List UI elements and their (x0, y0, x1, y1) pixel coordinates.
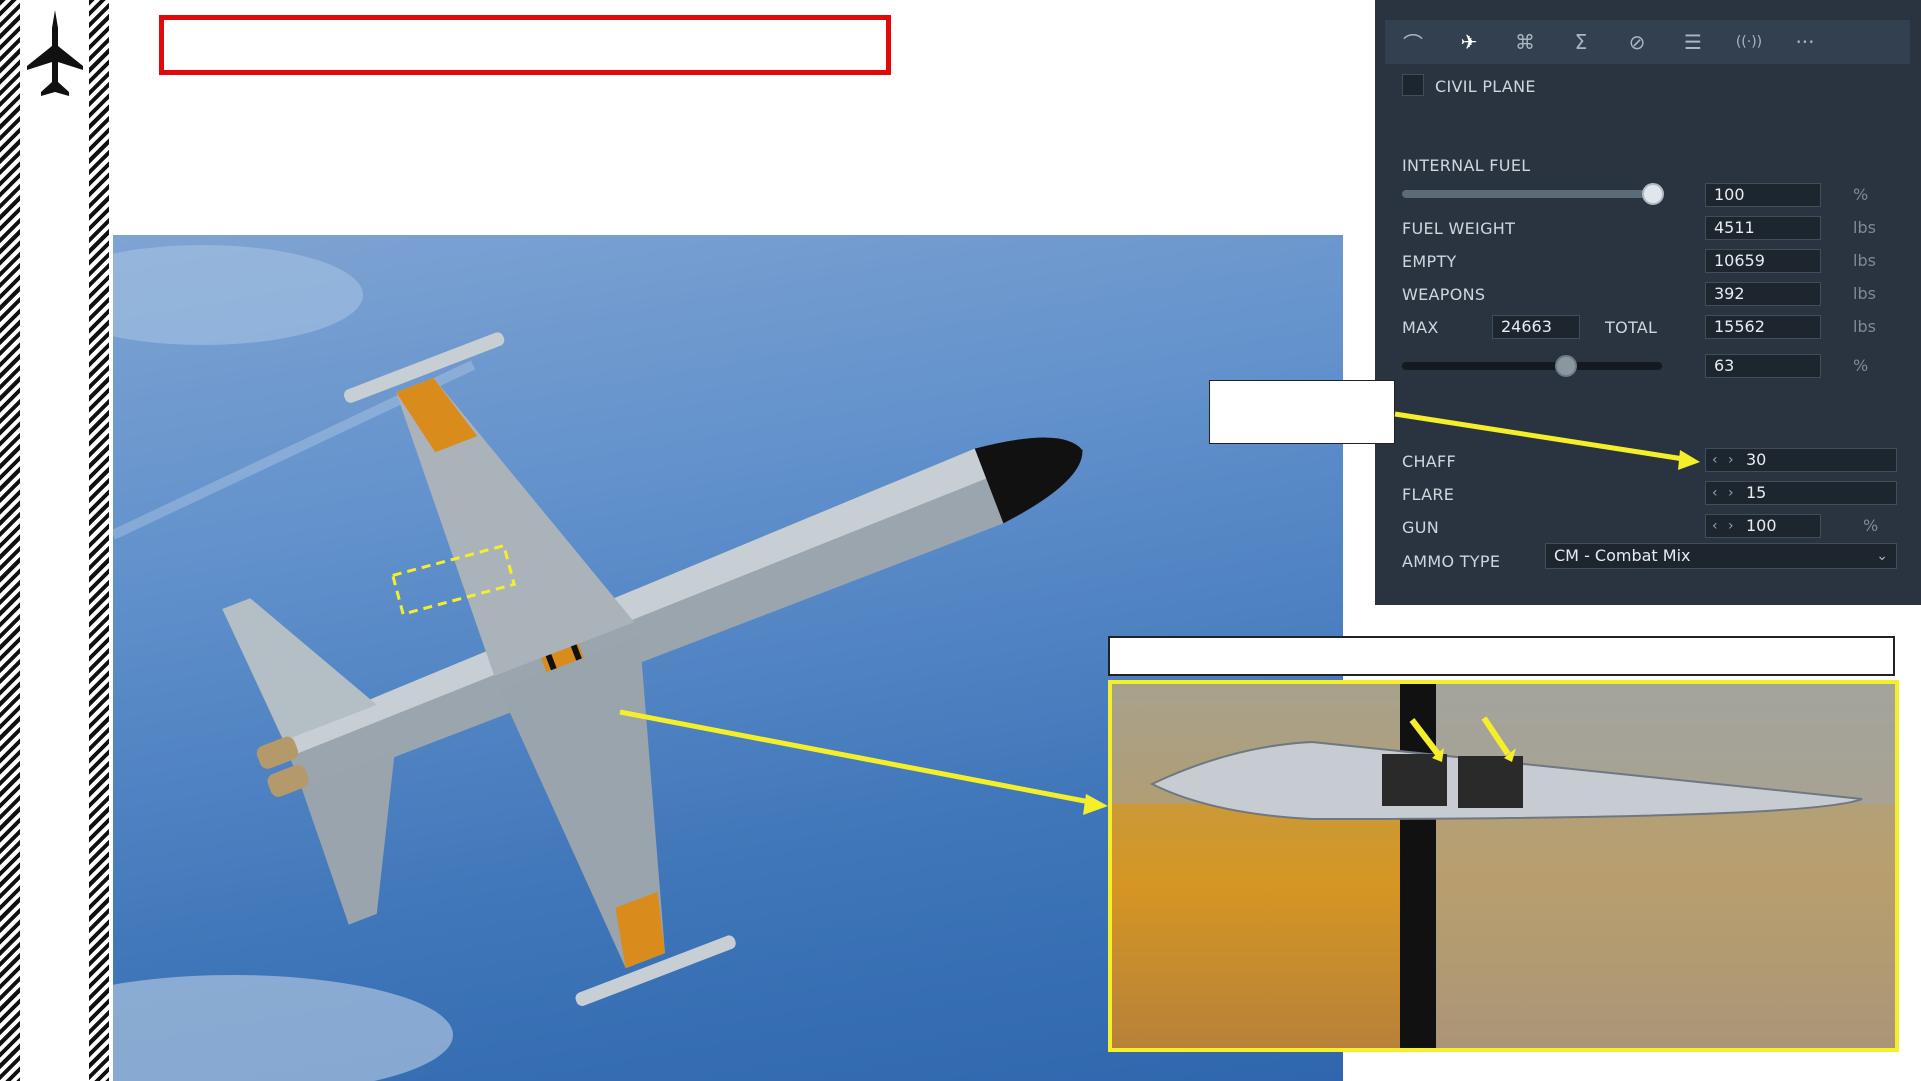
tab-radio[interactable]: ((·)) (1721, 20, 1777, 64)
internal-fuel-slider-knob[interactable] (1642, 183, 1664, 205)
weight-percent-unit: % (1853, 356, 1869, 375)
flare-value: 15 (1746, 483, 1767, 502)
list-icon: ☰ (1684, 30, 1702, 54)
tab-payload[interactable]: ☰ (1665, 20, 1721, 64)
command-icon: ⌘ (1515, 30, 1535, 54)
empty-weight-field: 10659 (1705, 249, 1821, 273)
gun-unit: % (1863, 516, 1879, 535)
empty-weight-unit: lbs (1853, 251, 1876, 270)
fuel-weight-unit: lbs (1853, 218, 1876, 237)
civil-plane-label: CIVIL PLANE (1435, 77, 1536, 96)
zoom-inset-image (1108, 680, 1899, 1052)
aircraft-icon: ✈ (1460, 30, 1478, 54)
internal-fuel-unit: % (1853, 185, 1869, 204)
weapons-weight-unit: lbs (1853, 284, 1876, 303)
more-icon: ··· (1795, 30, 1815, 54)
radio-icon: ((·)) (1735, 34, 1763, 50)
flare-stepper[interactable]: ‹ › 15 (1705, 481, 1897, 505)
gun-label: GUN (1402, 518, 1439, 537)
gun-stepper[interactable]: ‹ › 100 (1705, 514, 1821, 538)
weight-percent-field: 63 (1705, 354, 1821, 378)
sigma-icon: Σ (1574, 30, 1588, 54)
prohibited-icon: ⊘ (1628, 30, 1646, 54)
flare-stepper-arrows-icon[interactable]: ‹ › (1712, 482, 1737, 504)
callout-text (1210, 381, 1394, 417)
gun-value: 100 (1746, 516, 1777, 535)
max-label: MAX (1402, 318, 1439, 337)
tab-command[interactable]: ⌘ (1497, 20, 1553, 64)
internal-fuel-input[interactable]: 100 (1705, 183, 1821, 207)
max-weight-field: 24663 (1492, 315, 1580, 339)
title-text (164, 20, 886, 44)
chevron-down-icon: ⌄ (1876, 548, 1888, 564)
tab-none[interactable]: ⊘ (1609, 20, 1665, 64)
ammo-type-select[interactable]: CM - Combat Mix ⌄ (1545, 543, 1897, 569)
left-hatched-border (0, 0, 20, 1081)
empty-label: EMPTY (1402, 252, 1457, 271)
fuel-weight-label: FUEL WEIGHT (1402, 219, 1516, 238)
flare-label: FLARE (1402, 485, 1455, 504)
caption-text (1110, 638, 1893, 654)
caption-bar (1108, 636, 1895, 676)
chaff-stepper-arrows-icon[interactable]: ‹ › (1712, 449, 1737, 471)
rail-background (20, 0, 89, 1081)
tab-summary[interactable]: Σ (1553, 20, 1609, 64)
chaff-label: CHAFF (1402, 452, 1457, 471)
gun-stepper-arrows-icon[interactable]: ‹ › (1712, 515, 1737, 537)
loadout-panel: ⌒ ✈ ⌘ Σ ⊘ ☰ ((·)) ··· CIVIL PLANE INTERN… (1375, 0, 1921, 605)
ammo-type-value: CM - Combat Mix (1554, 546, 1691, 565)
panel-tab-bar: ⌒ ✈ ⌘ Σ ⊘ ☰ ((·)) ··· (1385, 20, 1910, 64)
tab-flight-path[interactable]: ⌒ (1385, 20, 1441, 64)
weight-slider (1402, 362, 1662, 370)
weapons-label: WEAPONS (1402, 285, 1486, 304)
total-weight-field: 15562 (1705, 315, 1821, 339)
fuel-weight-input[interactable]: 4511 (1705, 216, 1821, 240)
internal-fuel-label: INTERNAL FUEL (1402, 156, 1531, 175)
total-weight-unit: lbs (1853, 317, 1876, 336)
jet-silhouette-icon (27, 10, 83, 96)
internal-fuel-slider-fill (1402, 190, 1664, 198)
title-box (159, 15, 891, 75)
chaff-stepper[interactable]: ‹ › 30 (1705, 448, 1897, 472)
chaff-value: 30 (1746, 450, 1767, 469)
tab-more[interactable]: ··· (1777, 20, 1833, 64)
flight-path-icon: ⌒ (1403, 31, 1423, 56)
tab-loadout[interactable]: ✈ (1441, 20, 1497, 64)
total-label: TOTAL (1605, 318, 1658, 337)
right-hatched-border (89, 0, 109, 1081)
callout-box (1209, 380, 1395, 444)
weapons-weight-field: 392 (1705, 282, 1821, 306)
weight-slider-knob (1555, 355, 1577, 377)
civil-plane-checkbox[interactable] (1402, 74, 1424, 96)
ammo-type-label: AMMO TYPE (1402, 552, 1501, 571)
